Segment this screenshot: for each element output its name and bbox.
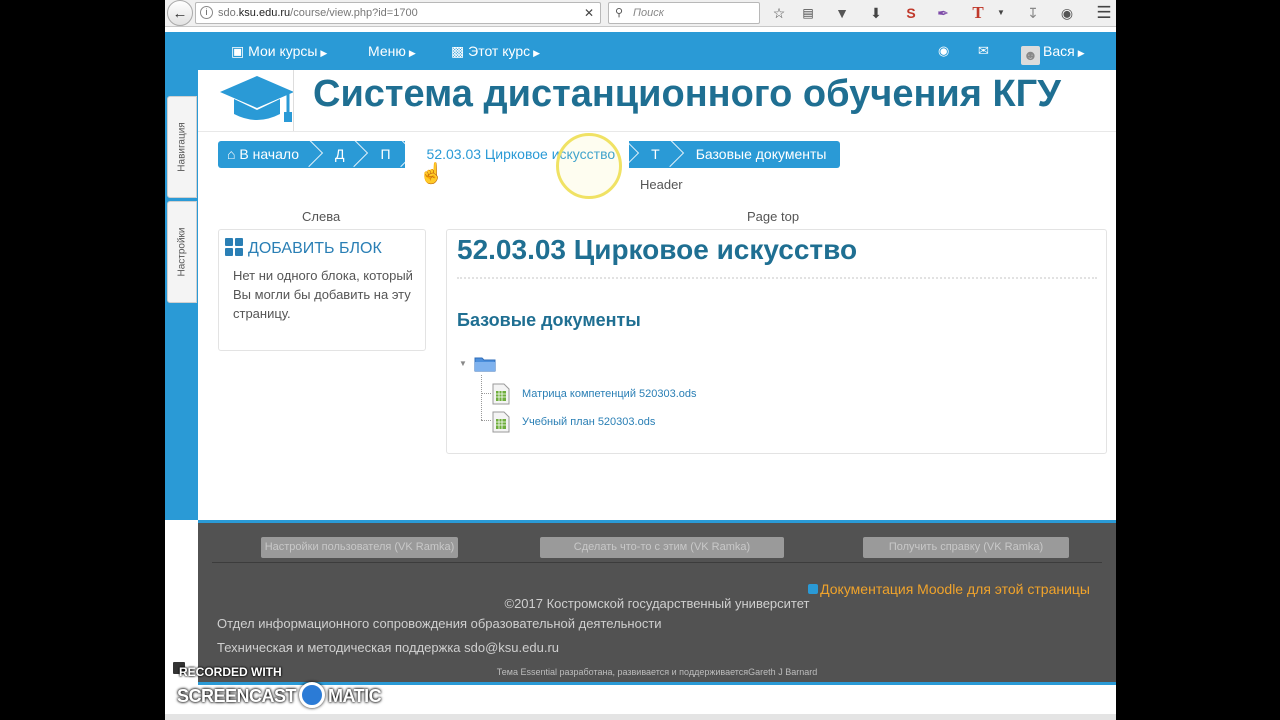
reading-list-icon[interactable]: ▤ [798,3,818,23]
browser-toolbar: ← i sdo.ksu.edu.ru/course/view.php?id=17… [165,0,1116,27]
click-highlight [556,133,622,199]
site-title[interactable]: Система дистанционного обучения КГУ [313,74,1061,114]
left-region-label: Слева [302,209,341,224]
copyright: ©2017 Костромской государственный универ… [504,596,810,611]
book-icon: ▩ [451,43,465,59]
file-name[interactable]: Матрица компетенций 520303.ods [522,388,697,400]
add-block-text: Нет ни одного блока, который Вы могли бы… [233,268,413,321]
info-icon[interactable]: i [200,6,213,19]
search-icon: ⚲ [615,7,624,19]
breadcrumb-home-label: В начало [239,146,299,162]
avatar: ☻ [1021,46,1040,65]
breadcrumb-home[interactable]: ⌂ В начало [218,141,313,168]
chevron-right-icon: ▶ [408,48,416,58]
file-item[interactable]: Матрица компетенций 520303.ods [491,383,697,405]
footer: Настройки пользователя (VK Ramka) Сделат… [198,520,1116,682]
breadcrumb: ⌂ В начало Д П 52.03.03 Цирковое искусст… [218,141,841,168]
moodle-docs-link[interactable]: Документация Moodle для этой страницы [808,581,1090,597]
close-icon[interactable]: ✕ [584,3,594,23]
chevron-right-icon: ▶ [533,48,541,58]
chevron-right-icon: ▶ [320,48,328,58]
nav-menu[interactable]: Меню ▶ [368,32,416,70]
download-icon[interactable]: ⬇ [866,3,886,23]
chevron-right-icon: ▶ [1077,48,1085,58]
pocket-icon[interactable]: ▼ [832,3,852,23]
dropdown-icon[interactable]: ▼ [991,3,1011,23]
pen-icon[interactable]: ✒ [933,3,953,23]
help-icon [808,584,819,594]
add-block-title[interactable]: ДОБАВИТЬ БЛОК [225,238,382,258]
menu-icon[interactable]: ☰ [1094,3,1114,23]
spreadsheet-file-icon [492,383,510,405]
hand-cursor-icon: ☝ [419,163,444,185]
search-placeholder: Поиск [633,7,664,19]
section-title: Базовые документы [457,310,641,330]
graduation-cap-icon [220,76,294,122]
divider [457,277,1097,279]
side-tabs: Навигация Настройки [165,70,198,520]
url-prefix: sdo. [218,7,239,19]
spreadsheet-file-icon [492,411,510,433]
mail-icon[interactable]: ✉ [978,32,989,70]
briefcase-icon: ▣ [231,43,245,59]
url-bar[interactable]: i sdo.ksu.edu.ru/course/view.php?id=1700… [195,2,601,24]
grid-icon [225,238,243,256]
nav-this-course-label: Этот курс [468,43,531,59]
globe-icon[interactable]: ◉ [1057,3,1077,23]
url-path: /course/view.php?id=1700 [290,7,418,19]
screencast-watermark: RECORDED WITH SCREENCAST MATIC [171,660,411,715]
file-name[interactable]: Учебный план 520303.ods [522,416,655,428]
department-text: Отдел информационного сопровождения обра… [217,616,662,631]
main-content: 52.03.03 Цирковое искусство Базовые доку… [446,229,1107,454]
add-block-title-label: ДОБАВИТЬ БЛОК [248,240,382,257]
home-icon: ⌂ [227,146,236,162]
font-t-icon[interactable]: T [968,3,988,23]
tree-line [481,393,491,394]
footer-button[interactable]: Настройки пользователя (VK Ramka) [261,537,458,558]
nav-my-courses[interactable]: ▣ Мои курсы ▶ [231,32,327,70]
tab-navigation[interactable]: Навигация [167,96,197,198]
search-input[interactable]: ⚲ Поиск [608,2,760,24]
browser-window: ← i sdo.ksu.edu.ru/course/view.php?id=17… [165,0,1116,720]
header-divider [293,70,294,131]
user-menu[interactable]: ☻ Вася ▶ [1021,32,1085,70]
nav-menu-label: Меню [368,43,406,59]
watermark-brand-right: MATIC [328,686,382,706]
url-host: ksu.edu.ru [238,7,291,19]
footer-button[interactable]: Получить справку (VK Ramka) [863,537,1069,558]
watermark-brand-left: SCREENCAST [177,686,297,706]
page-title: 52.03.03 Цирковое искусство [457,234,858,265]
back-arrow-icon: ← [172,4,188,22]
footer-button[interactable]: Сделать что-то с этим (VK Ramka) [540,537,784,558]
moodle-docs-label: Документация Moodle для этой страницы [820,581,1090,597]
breadcrumb-current[interactable]: Базовые документы [674,141,841,168]
add-block-panel: ДОБАВИТЬ БЛОК Нет ни одного блока, котор… [218,229,426,351]
tab-navigation-label: Навигация [176,122,188,172]
nav-this-course[interactable]: ▩ Этот курс ▶ [451,32,540,70]
footer-divider [212,562,1102,563]
file-item[interactable]: Учебный план 520303.ods [491,411,655,433]
download-arrow-icon[interactable]: ↧ [1023,3,1043,23]
page-top-region-label: Page top [747,209,800,224]
moodle-navbar: ▣ Мои курсы ▶ Меню ▶ ▩ Этот курс ▶ ◉ ✉ ☻ Вас… [165,32,1116,70]
notification-icon[interactable]: ◉ [938,32,949,70]
header-region-label: Header [640,177,683,192]
watermark-recorded: RECORDED WITH [179,665,282,679]
site-header: Система дистанционного обучения КГУ [198,70,1116,132]
user-name: Вася [1043,43,1075,59]
extension-s-icon[interactable]: S [901,3,921,23]
tree-line [481,420,491,421]
tab-settings-label: Настройки [176,227,188,277]
tree-collapse-icon[interactable]: ▼ [459,359,467,368]
bookmark-star-icon[interactable]: ☆ [769,3,789,23]
support-text: Техническая и методическая поддержка sdo… [217,640,560,655]
watermark-brand: SCREENCAST MATIC [177,682,382,708]
tab-settings[interactable]: Настройки [167,201,197,303]
back-button[interactable]: ← [167,0,193,26]
folder-icon[interactable] [474,356,496,372]
screencast-logo-icon [299,682,326,708]
nav-my-courses-label: Мои курсы [248,43,318,59]
